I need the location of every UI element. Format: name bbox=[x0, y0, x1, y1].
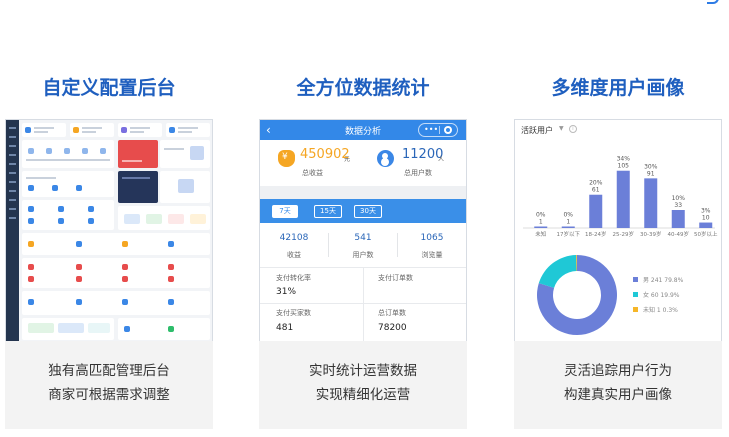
bar-value-label: 1 bbox=[566, 219, 570, 226]
caption-line: 实时统计运营数据 bbox=[309, 363, 417, 379]
bar-percent-label: 30% bbox=[644, 163, 658, 170]
caption-line: 构建真实用户画像 bbox=[564, 387, 672, 403]
mini-program-capsule[interactable]: ••• bbox=[418, 123, 458, 137]
user-profile-screenshot: 活跃用户 ▼ i 0% 1 未知 0% 1 17岁以下 20% 61 18-24岁 34% 105 2… bbox=[514, 119, 722, 342]
caption-box: 独有高匹配管理后台 商家可根据需求调整 bbox=[5, 341, 213, 429]
money-bag-icon bbox=[278, 150, 295, 167]
bar-value-label: 105 bbox=[618, 163, 630, 170]
phone-screen: ‹ 数据分析 ••• 450902 元 总收益 11200 人 bbox=[260, 120, 466, 341]
legend-label: 女 60 19.9% bbox=[643, 291, 680, 299]
age-bar bbox=[561, 226, 575, 228]
bar-percent-label: 10% bbox=[672, 195, 686, 202]
revenue-label: 总收益 bbox=[302, 169, 323, 177]
admin-dashboard-screenshot bbox=[5, 119, 213, 342]
bar-category-label: 30-39岁 bbox=[640, 230, 661, 238]
active-users-charts: 0%1未知0%117岁以下20%6118-24岁34%10525-29岁30%9… bbox=[523, 156, 718, 335]
bar-category-label: 40-49岁 bbox=[668, 230, 689, 238]
age-bar bbox=[616, 170, 630, 228]
phone-header: ‹ 数据分析 ••• bbox=[260, 120, 466, 140]
metric-value: 31% bbox=[276, 287, 297, 297]
age-bar bbox=[644, 178, 658, 228]
user-icon bbox=[377, 150, 394, 167]
column-title: 自定义配置后台 bbox=[42, 77, 176, 99]
users-label: 总用户数 bbox=[404, 169, 432, 177]
period-tab-7d[interactable]: 7天 bbox=[272, 205, 298, 218]
data-analysis-screenshot: ‹ 数据分析 ••• 450902 元 总收益 11200 人 bbox=[259, 119, 467, 342]
column-title: 全方位数据统计 bbox=[296, 77, 430, 99]
corner-arc-icon bbox=[707, 0, 719, 4]
bar-value-label: 33 bbox=[674, 202, 682, 209]
revenue-value: 450902 bbox=[300, 147, 350, 162]
bar-value-label: 61 bbox=[592, 187, 600, 194]
admin-sidebar bbox=[6, 120, 19, 341]
stat-views-value: 1065 bbox=[420, 233, 444, 243]
stat-users-value: 541 bbox=[354, 233, 372, 243]
bar-value-label: 1 bbox=[539, 219, 543, 226]
bar-percent-label: 0% bbox=[563, 212, 573, 219]
legend-label: 未知 1 0.3% bbox=[643, 306, 678, 314]
metric-label: 总订单数 bbox=[378, 309, 406, 317]
metric-value: 78200 bbox=[378, 323, 407, 333]
bar-value-label: 91 bbox=[647, 170, 655, 177]
period-stats: 42108 收益 541 用户数 1065 浏览量 bbox=[260, 223, 466, 267]
stat-revenue-label: 收益 bbox=[287, 251, 301, 259]
legend-swatch bbox=[633, 277, 638, 282]
order-metrics-grid: 支付转化率 31% 支付订单数 支付买家数 481 总订单数 78200 bbox=[260, 267, 466, 341]
caption-line: 实现精细化运营 bbox=[315, 387, 411, 403]
bar-value-label: 10 bbox=[702, 215, 710, 222]
age-bar bbox=[589, 194, 603, 228]
caption-line: 独有高匹配管理后台 bbox=[48, 363, 170, 379]
caption-box: 实时统计运营数据 实现精细化运营 bbox=[259, 341, 467, 429]
period-tab-30d[interactable]: 30天 bbox=[354, 205, 382, 218]
feature-showcase: 自定义配置后台 独有高匹配管理后台 商家可根据需求调整 全方位数据统计 ‹ 数据… bbox=[0, 0, 729, 437]
bar-category-label: 50岁以上 bbox=[694, 230, 718, 238]
stat-users-label: 用户数 bbox=[352, 251, 374, 259]
metric-label: 支付买家数 bbox=[276, 309, 311, 317]
bar-percent-label: 0% bbox=[536, 212, 546, 219]
age-bar bbox=[534, 226, 548, 228]
caption-line: 灵活追踪用户行为 bbox=[564, 363, 672, 379]
stat-revenue-value: 42108 bbox=[279, 233, 309, 243]
column-title: 多维度用户画像 bbox=[551, 77, 685, 99]
metric-value: 481 bbox=[276, 323, 294, 333]
bar-category-label: 18-24岁 bbox=[585, 230, 606, 238]
donut-slice bbox=[538, 255, 577, 288]
legend-label: 男 241 79.8% bbox=[643, 277, 684, 284]
users-unit: 人 bbox=[438, 156, 445, 163]
bar-category-label: 25-29岁 bbox=[613, 230, 634, 238]
summary-panel: 450902 元 总收益 11200 人 总用户数 bbox=[260, 140, 466, 186]
bar-percent-label: 3% bbox=[701, 208, 711, 215]
bar-percent-label: 34% bbox=[617, 156, 631, 163]
stat-views-label: 浏览量 bbox=[421, 251, 443, 259]
metric-label: 支付转化率 bbox=[276, 274, 311, 282]
active-users-panel: 活跃用户 ▼ i 0% 1 未知 0% 1 17岁以下 20% 61 18-24岁 34% 105 2… bbox=[515, 120, 721, 341]
metric-label: 支付订单数 bbox=[378, 274, 413, 282]
bar-percent-label: 20% bbox=[589, 180, 603, 187]
caption-line: 商家可根据需求调整 bbox=[48, 387, 170, 403]
revenue-unit: 元 bbox=[344, 156, 351, 163]
bar-category-label: 17岁以下 bbox=[557, 230, 581, 238]
more-dots-icon[interactable]: ••• bbox=[424, 126, 438, 134]
close-circle-icon[interactable] bbox=[444, 126, 452, 134]
bar-category-label: 未知 bbox=[535, 230, 546, 238]
legend-swatch bbox=[633, 292, 638, 297]
age-bar bbox=[671, 210, 685, 228]
legend-swatch bbox=[633, 307, 638, 312]
period-tab-15d[interactable]: 15天 bbox=[314, 205, 342, 218]
age-bar bbox=[699, 222, 713, 228]
caption-box: 灵活追踪用户行为 构建真实用户画像 bbox=[514, 341, 722, 429]
